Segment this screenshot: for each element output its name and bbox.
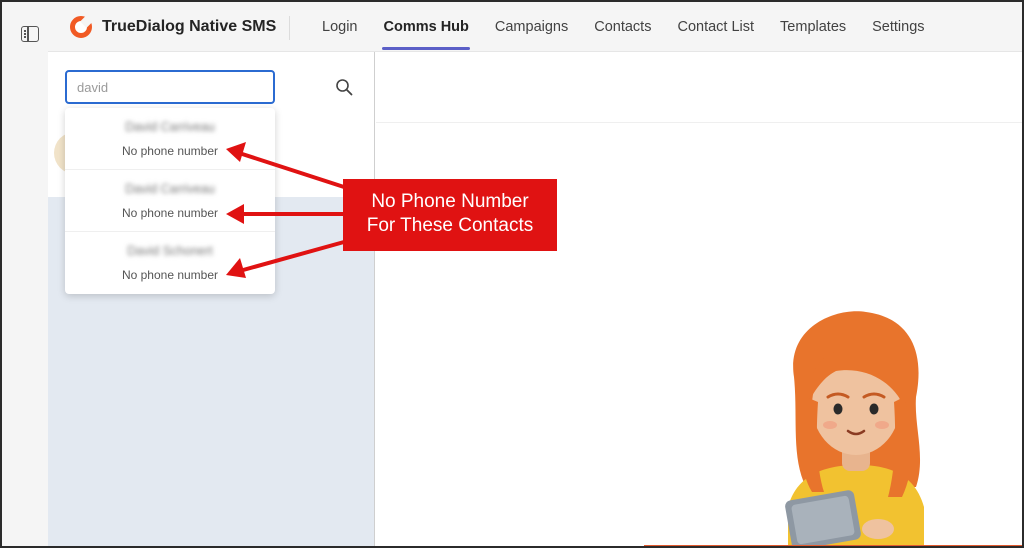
- tab-settings[interactable]: Settings: [859, 2, 937, 52]
- tab-contacts[interactable]: Contacts: [581, 2, 664, 52]
- main-content: [376, 52, 1022, 546]
- left-rail: [2, 2, 48, 546]
- app-window: TrueDialog Native SMS Login Comms Hub Ca…: [0, 0, 1024, 548]
- tab-contact-list[interactable]: Contact List: [664, 2, 767, 52]
- app-title: TrueDialog Native SMS: [102, 18, 277, 35]
- search-result-item[interactable]: David Carriveau No phone number: [65, 108, 275, 170]
- contact-name: David Schonert: [127, 244, 213, 258]
- annotation-callout: No Phone Number For These Contacts: [343, 179, 557, 251]
- content-divider: [376, 122, 1022, 123]
- sidebar-toggle-icon[interactable]: [21, 26, 39, 42]
- contact-phone-status: No phone number: [121, 206, 219, 220]
- tab-login[interactable]: Login: [309, 2, 370, 52]
- search-result-item[interactable]: David Carriveau No phone number: [65, 170, 275, 232]
- top-header: TrueDialog Native SMS Login Comms Hub Ca…: [48, 2, 1022, 52]
- brand: TrueDialog Native SMS: [70, 16, 276, 38]
- tab-campaigns[interactable]: Campaigns: [482, 2, 581, 52]
- contact-name: David Carriveau: [125, 120, 215, 134]
- tab-comms-hub[interactable]: Comms Hub: [370, 2, 481, 52]
- search-results-dropdown: David Carriveau No phone number David Ca…: [65, 108, 275, 294]
- contact-search-input[interactable]: [65, 70, 275, 104]
- nav-tabs: Login Comms Hub Campaigns Contacts Conta…: [309, 2, 938, 52]
- search-icon[interactable]: [335, 78, 353, 96]
- annotation-line: No Phone Number: [371, 191, 529, 212]
- annotation-line: For These Contacts: [366, 215, 534, 236]
- contact-phone-status: No phone number: [121, 268, 219, 282]
- contact-name: David Carriveau: [125, 182, 215, 196]
- conversation-sidebar: David Carriveau No phone number David Ca…: [48, 52, 375, 546]
- contact-phone-status: No phone number: [121, 144, 219, 158]
- header-divider: [289, 16, 290, 40]
- tab-templates[interactable]: Templates: [767, 2, 859, 52]
- truedialog-logo-icon: [70, 16, 92, 38]
- search-result-item[interactable]: David Schonert No phone number: [65, 232, 275, 294]
- mascot-illustration: [785, 311, 924, 546]
